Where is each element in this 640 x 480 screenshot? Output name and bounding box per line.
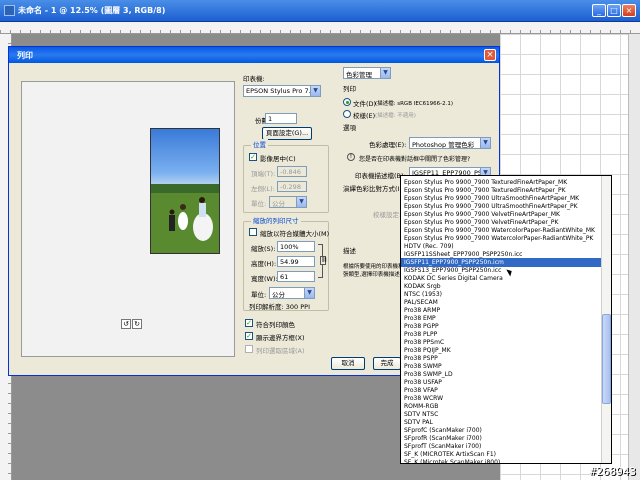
height-label: 高度(H): (251, 260, 277, 268)
photoshop-icon (4, 5, 15, 16)
printer-profile-label: 印表機描述檔(B): (355, 172, 406, 180)
preview-photo (150, 128, 220, 254)
chevron-down-icon: ▼ (310, 86, 320, 96)
app-close-button[interactable]: × (622, 4, 636, 17)
scaled-unit-select[interactable]: 公分 ▼ (269, 287, 315, 299)
dropdown-scroll-thumb[interactable] (602, 314, 611, 404)
chevron-down-icon: ▼ (304, 288, 314, 298)
couple-photo (151, 184, 219, 253)
dialog-titlebar: 列印 × (9, 47, 499, 63)
cancel-button[interactable]: 取消 (331, 357, 365, 370)
bounding-box-checkbox[interactable]: ✓ (245, 332, 253, 340)
printer-label: 印表機: (243, 75, 265, 83)
proof-radio[interactable] (343, 110, 351, 118)
page-setup-button[interactable]: 頁面設定(G)... (262, 127, 312, 140)
top-label: 頂端(T): (251, 170, 276, 178)
print-selection-label: 列印選取區域(A) (256, 347, 305, 355)
rotate-right-icon[interactable]: ↻ (132, 319, 142, 329)
rendering-intent-label: 演繹色彩比對方式(I): (343, 185, 405, 193)
print-resolution: 列印解析度: 300 PPI (249, 303, 310, 311)
color-handling-label: 色彩處理(E): (369, 141, 407, 149)
left-label: 左側(L): (251, 185, 275, 193)
top-input[interactable]: -0.846 (277, 166, 307, 177)
position-group-title: 位置 (251, 139, 268, 149)
scale-label: 縮放(S): (251, 245, 276, 253)
left-input[interactable]: -0.298 (277, 181, 307, 192)
watermark: #268943 (589, 465, 636, 478)
color-management-select[interactable]: 色彩管理 ▼ (343, 67, 391, 79)
center-image-checkbox[interactable]: ✓ (249, 153, 257, 161)
position-unit-select[interactable]: 公分 ▼ (269, 196, 307, 208)
color-warning-text: 您是否在印表機對話框中關閉了色彩管理? (359, 156, 471, 163)
dropdown-item[interactable]: SF_K (Microtek ScanMaker i800) (404, 458, 600, 463)
done-button[interactable]: 完成 (373, 357, 401, 370)
bounding-box-label: 顯示邊界方框(X) (256, 334, 305, 342)
printer-select[interactable]: EPSON Stylus Pro 7... ▼ (243, 85, 321, 97)
proof-profile: (描述檔: 不適用) (375, 113, 416, 119)
scaled-unit-label: 單位: (251, 291, 267, 299)
rotate-left-icon[interactable]: ↺ (121, 319, 131, 329)
chevron-down-icon: ▼ (480, 138, 490, 148)
width-input[interactable]: 61 (277, 271, 315, 282)
document-radio[interactable] (343, 98, 351, 106)
minimize-button[interactable]: _ (592, 4, 606, 17)
print-selection-checkbox[interactable] (245, 345, 253, 353)
match-colors-checkbox[interactable]: ✓ (245, 319, 253, 327)
fit-media-label: 縮放以符合媒體大小(M) (260, 230, 330, 238)
print-preview (21, 81, 235, 357)
proof-setup-label: 校樣設定: (373, 211, 402, 219)
printer-profile-dropdown[interactable]: Epson Stylus Pro 9900_7900 TexturedFineA… (400, 175, 612, 464)
canvas-scrollbar[interactable] (628, 34, 640, 480)
dialog-close-icon[interactable]: × (484, 49, 496, 61)
app-title: 未命名 - 1 @ 12.5% (圖層 3, RGB/8) (18, 6, 166, 15)
height-input[interactable]: 54.99 (277, 256, 315, 267)
link-icon[interactable]: ⛓ (320, 256, 327, 265)
options-label: 選項 (343, 124, 356, 132)
info-icon: ! (347, 153, 355, 161)
horizontal-ruler (0, 22, 640, 34)
color-handling-select[interactable]: Photoshop 管理色彩 ▼ (409, 137, 491, 149)
position-unit-label: 單位: (251, 200, 267, 208)
scaled-group-title: 縮放的列印尺寸 (251, 215, 301, 225)
document-radio-label: 文件(D) (353, 100, 377, 108)
width-label: 寬度(W): (251, 275, 278, 283)
chevron-down-icon: ▼ (296, 197, 306, 207)
chevron-down-icon: ▼ (380, 68, 390, 78)
scale-input[interactable]: 100% (277, 241, 315, 252)
fit-media-checkbox[interactable] (249, 228, 257, 236)
maximize-button[interactable]: □ (607, 4, 621, 17)
match-colors-label: 符合列印顏色 (256, 321, 295, 329)
document-profile: (描述檔: sRGB IEC61966-2.1) (375, 101, 454, 107)
print-section-label: 列印 (343, 85, 356, 93)
center-image-label: 影像居中(C) (260, 155, 296, 163)
dialog-title: 列印 (17, 51, 33, 60)
proof-radio-label: 校樣(E) (353, 112, 376, 120)
description-label: 描述 (343, 247, 356, 255)
copies-input[interactable]: 1 (265, 113, 297, 124)
